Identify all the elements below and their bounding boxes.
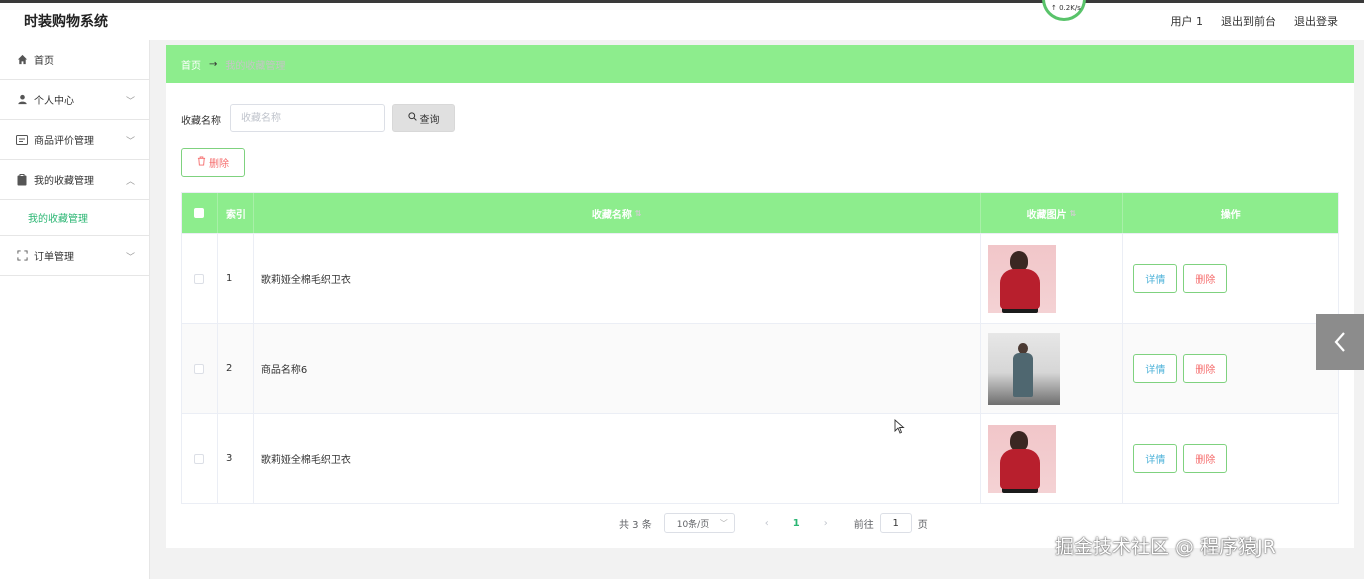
logout-link[interactable]: 退出登录: [1294, 13, 1338, 29]
select-all-checkbox[interactable]: [194, 208, 205, 218]
clipboard-icon: [16, 173, 28, 186]
sidebar-item-home[interactable]: 首页: [0, 40, 149, 80]
chevron-down-icon: ﹀: [719, 519, 728, 528]
table-row: 2 商品名称6 详情 删除: [182, 323, 1338, 413]
page-number[interactable]: 1: [793, 518, 800, 529]
row-image-cell: [981, 234, 1124, 323]
search-button-label: 查询: [419, 114, 440, 126]
header-name[interactable]: 收藏名称 ⇅: [254, 193, 981, 233]
row-select-cell: [182, 234, 218, 323]
pagination: 共 3 条 10条/页 ﹀ ‹ 1 › 前往 1 页: [619, 513, 928, 533]
row-checkbox[interactable]: [194, 273, 205, 284]
top-bar: 时装购物系统 ↑ 0.2K/s 用户 1 退出到前台 退出登录: [0, 0, 1364, 40]
header-image-label: 收藏图片: [1026, 209, 1067, 221]
search-button[interactable]: 查询: [392, 104, 455, 132]
sidebar-item-label: 首页: [34, 56, 54, 67]
pagination-total: 共 3 条: [619, 519, 652, 531]
favorites-table: 索引 收藏名称 ⇅ 收藏图片 ⇅ 操作 1 歌莉娅全棉毛织卫衣 详情 删除 2 商品…: [181, 192, 1339, 504]
network-speed-text: ↑ 0.2K/s: [1051, 4, 1081, 12]
user-icon: [16, 94, 28, 106]
product-image[interactable]: [987, 332, 1060, 405]
sidebar-item-personal-center[interactable]: 个人中心 ﹀: [0, 80, 149, 120]
header-actions: 操作: [1220, 209, 1241, 221]
header-links: 用户 1 退出到前台 退出登录: [1171, 13, 1339, 29]
prev-page-icon[interactable]: ‹: [765, 518, 769, 529]
row-checkbox[interactable]: [194, 453, 205, 464]
sidebar-item-label: 商品评价管理: [34, 136, 94, 147]
row-image-cell: [981, 414, 1124, 503]
page-size-select[interactable]: 10条/页 ﹀: [663, 513, 735, 533]
row-index: 2: [218, 324, 254, 413]
back-to-front-link[interactable]: 退出到前台: [1221, 13, 1276, 29]
page-size-value: 10条/页: [676, 519, 710, 530]
header-select-all[interactable]: [182, 193, 218, 233]
product-image[interactable]: [987, 244, 1056, 313]
bulk-delete-button[interactable]: 删除: [181, 148, 245, 177]
row-actions: 详情 删除: [1123, 234, 1338, 323]
sidebar-subitem-my-favorites[interactable]: 我的收藏管理: [0, 200, 149, 236]
sidebar-item-label: 订单管理: [34, 252, 74, 263]
sidebar-item-favorites-management[interactable]: 我的收藏管理 ︿: [0, 160, 149, 200]
detail-button[interactable]: 详情: [1133, 444, 1178, 473]
row-checkbox[interactable]: [194, 363, 205, 374]
sidebar-item-label: 个人中心: [34, 96, 74, 107]
table-row: 1 歌莉娅全棉毛织卫衣 详情 删除: [182, 233, 1338, 323]
card-icon: [16, 134, 28, 146]
app-title: 时装购物系统: [24, 14, 108, 30]
table-header: 索引 收藏名称 ⇅ 收藏图片 ⇅ 操作: [182, 193, 1338, 233]
collapse-panel-button[interactable]: [1316, 314, 1364, 370]
product-image[interactable]: [987, 424, 1056, 493]
breadcrumb-home[interactable]: 首页: [181, 57, 201, 72]
trash-icon: [197, 156, 206, 169]
chevron-up-icon: ︿: [125, 177, 135, 187]
search-input[interactable]: [230, 104, 385, 132]
goto-prefix: 前往: [853, 519, 874, 531]
chevron-left-icon: [1334, 332, 1345, 352]
delete-button[interactable]: 删除: [1183, 444, 1228, 473]
row-actions: 详情 删除: [1123, 414, 1338, 503]
frame-icon: [16, 250, 28, 262]
search-icon: [407, 112, 417, 124]
delete-button[interactable]: 删除: [1183, 264, 1228, 293]
goto-suffix: 页: [917, 519, 928, 531]
detail-button[interactable]: 详情: [1133, 264, 1178, 293]
row-select-cell: [182, 414, 218, 503]
header-image[interactable]: 收藏图片 ⇅: [981, 193, 1124, 233]
sort-icon: ⇅: [1069, 208, 1077, 218]
row-actions: 详情 删除: [1123, 324, 1338, 413]
goto-page-input[interactable]: 1: [879, 513, 912, 533]
row-name: 歌莉娅全棉毛织卫衣: [254, 234, 981, 323]
user-name[interactable]: 用户 1: [1171, 13, 1204, 29]
breadcrumb-current: 我的收藏管理: [225, 60, 286, 72]
row-select-cell: [182, 324, 218, 413]
bulk-delete-label: 删除: [209, 159, 229, 170]
home-icon: [16, 54, 28, 66]
sidebar-item-label: 我的收藏管理: [34, 176, 94, 187]
watermark: 掘金技术社区 @ 程序猿JR: [1055, 536, 1276, 558]
sidebar: 首页 个人中心 ﹀ 商品评价管理 ﹀ 我的收藏管理 ︿ 我的收藏管理 订单管理 …: [0, 40, 150, 579]
sidebar-item-order-management[interactable]: 订单管理 ﹀: [0, 236, 149, 276]
search-label: 收藏名称: [181, 116, 221, 127]
detail-button[interactable]: 详情: [1133, 354, 1178, 383]
sort-icon: ⇅: [634, 208, 642, 218]
chevron-down-icon: ﹀: [125, 97, 135, 107]
table-row: 3 歌莉娅全棉毛织卫衣 详情 删除: [182, 413, 1338, 503]
row-image-cell: [981, 324, 1124, 413]
breadcrumb-separator: →: [209, 58, 218, 70]
mouse-cursor-icon: [894, 419, 905, 434]
chevron-down-icon: ﹀: [125, 253, 135, 263]
row-index: 1: [218, 234, 254, 323]
header-index: 索引: [218, 193, 254, 233]
row-name: 商品名称6: [254, 324, 981, 413]
breadcrumb: 首页 → 我的收藏管理: [166, 45, 1354, 83]
chevron-down-icon: ﹀: [125, 137, 135, 147]
network-speed-widget: ↑ 0.2K/s: [1042, 0, 1086, 21]
row-name: 歌莉娅全棉毛织卫衣: [254, 414, 981, 503]
row-index: 3: [218, 414, 254, 503]
next-page-icon[interactable]: ›: [824, 518, 828, 529]
delete-button[interactable]: 删除: [1183, 354, 1228, 383]
sidebar-item-review-management[interactable]: 商品评价管理 ﹀: [0, 120, 149, 160]
header-name-label: 收藏名称: [591, 209, 632, 221]
main-content: 首页 → 我的收藏管理 收藏名称 查询 删除 索引 收藏名称⇅ 收藏图片⇅ 操作…: [166, 45, 1354, 548]
